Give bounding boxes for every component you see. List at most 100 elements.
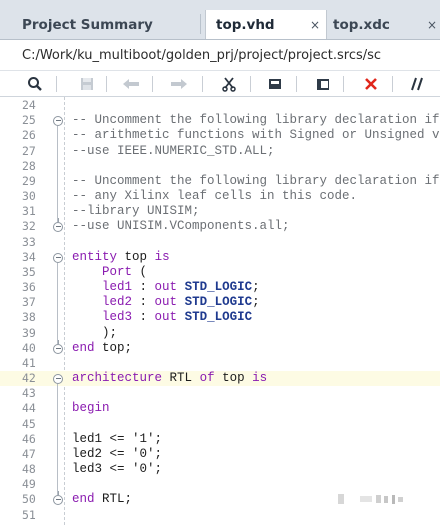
delete-button[interactable] <box>360 74 382 94</box>
code-line[interactable]: 35 Port ( <box>0 265 440 280</box>
code-text: architecture RTL of top is <box>72 371 267 386</box>
fold-collapse-icon[interactable] <box>53 116 63 127</box>
fold-end-icon[interactable] <box>53 339 63 354</box>
code-token: '0' <box>132 462 155 477</box>
line-number: 44 <box>22 401 36 416</box>
editor-tab-bar: Project Summary × top.vhd × top.xdc × <box>0 0 440 40</box>
code-line[interactable]: 43 <box>0 386 440 401</box>
code-token: <= <box>102 462 133 477</box>
fold-end-icon[interactable] <box>53 218 63 233</box>
code-text: -- any Xilinx leaf cells in this code. <box>72 189 357 204</box>
close-icon[interactable]: × <box>427 18 437 32</box>
redo-button[interactable] <box>168 74 190 94</box>
code-line[interactable]: 25 -- Uncomment the following library dec… <box>0 113 440 128</box>
code-token: top <box>124 249 148 264</box>
code-line[interactable]: 30 -- any Xilinx leaf cells in this code. <box>0 189 440 204</box>
fold-end-icon[interactable] <box>53 491 63 506</box>
paste-button[interactable] <box>312 74 334 94</box>
paste-icon <box>317 79 329 90</box>
code-text: led2 <= '0'; <box>72 447 162 462</box>
comment-button[interactable] <box>406 74 428 94</box>
code-line[interactable]: 44 begin <box>0 401 440 416</box>
copy-button[interactable] <box>264 74 286 94</box>
code-token: ; <box>124 340 133 355</box>
code-text: led1 : out STD_LOGIC; <box>72 280 260 295</box>
tab-label: top.xdc <box>333 17 390 33</box>
line-number: 34 <box>22 249 36 264</box>
code-token: --use IEEE.NUMERIC_STD.ALL; <box>72 143 275 158</box>
fold-guide <box>57 126 58 223</box>
code-text: -- arithmetic functions with Signed or U… <box>72 128 440 143</box>
code-line[interactable]: 33 <box>0 235 440 250</box>
code-line[interactable]: 28 <box>0 159 440 174</box>
code-line[interactable]: 39 ); <box>0 326 440 341</box>
code-token: --library UNISIM; <box>72 204 200 219</box>
code-text: end RTL; <box>72 492 132 507</box>
code-line[interactable]: 36 led1 : out STD_LOGIC; <box>0 280 440 295</box>
editor-toolbar <box>0 71 440 97</box>
code-token: -- arithmetic functions with Signed or U… <box>72 128 440 143</box>
code-line[interactable]: 46 led1 <= '1'; <box>0 432 440 447</box>
line-number: 32 <box>22 219 36 234</box>
tab-project-summary[interactable]: Project Summary × <box>22 10 217 39</box>
code-text: led3 <= '0'; <box>72 462 162 477</box>
code-line[interactable]: 49 <box>0 477 440 492</box>
code-line[interactable]: 34 entity top is <box>0 250 440 265</box>
code-token: top <box>222 371 245 386</box>
code-line[interactable]: 27 --use IEEE.NUMERIC_STD.ALL; <box>0 144 440 159</box>
fold-collapse-icon[interactable] <box>53 374 63 385</box>
code-line[interactable]: 26 -- arithmetic functions with Signed or… <box>0 128 440 143</box>
line-number: 33 <box>22 234 36 249</box>
code-token: ; <box>154 462 163 477</box>
fold-collapse-icon[interactable] <box>53 252 63 263</box>
tab-top-vhd[interactable]: top.vhd × <box>205 10 327 39</box>
code-line[interactable]: 41 <box>0 356 440 371</box>
code-line[interactable]: 29 -- Uncomment the following library dec… <box>0 174 440 189</box>
line-number: 48 <box>22 462 36 477</box>
code-text: led1 <= '1'; <box>72 432 162 447</box>
code-token: is <box>252 371 268 386</box>
code-token: led2 <box>102 295 133 310</box>
code-token: out <box>154 295 178 310</box>
code-editor[interactable]: 24 25 -- Uncomment the following library d… <box>0 97 440 525</box>
code-line[interactable]: 51 <box>0 508 440 523</box>
cut-button[interactable] <box>218 74 240 94</box>
delete-icon <box>365 78 377 90</box>
close-icon[interactable]: × <box>310 18 320 32</box>
code-text: end top; <box>72 341 132 356</box>
code-line[interactable]: 24 <box>0 98 440 113</box>
code-line[interactable]: 48 led3 <= '0'; <box>0 462 440 477</box>
code-line[interactable]: 37 led2 : out STD_LOGIC; <box>0 295 440 310</box>
code-line[interactable]: 32 --use UNISIM.VComponents.all; <box>0 218 440 234</box>
code-token: entity <box>72 249 118 264</box>
toolbar-separator <box>250 76 251 92</box>
watermark-smudge <box>338 494 403 504</box>
save-button[interactable] <box>76 74 98 94</box>
toolbar-separator <box>56 76 57 92</box>
tab-top-xdc[interactable]: top.xdc × <box>333 10 440 39</box>
toolbar-separator <box>106 76 107 92</box>
line-number: 39 <box>22 325 36 340</box>
code-line[interactable]: 31 --library UNISIM; <box>0 204 440 219</box>
undo-button[interactable] <box>120 74 142 94</box>
code-line[interactable]: 47 led2 <= '0'; <box>0 447 440 462</box>
copy-icon <box>269 79 281 89</box>
save-icon <box>81 78 93 90</box>
code-line[interactable]: 45 <box>0 417 440 432</box>
code-line[interactable]: 42 architecture RTL of top is <box>0 371 440 387</box>
code-line[interactable]: 40 end top; <box>0 339 440 356</box>
code-text: -- Uncomment the following library decla… <box>72 113 440 128</box>
code-token: Port <box>102 264 133 279</box>
code-token: led3 <box>102 310 133 325</box>
code-line[interactable]: 38 led3 : out STD_LOGIC <box>0 310 440 325</box>
code-token: --use UNISIM.VComponents.all; <box>72 219 290 234</box>
code-token: led2 <box>72 446 103 461</box>
search-button[interactable] <box>24 74 46 94</box>
line-number: 30 <box>22 189 36 204</box>
